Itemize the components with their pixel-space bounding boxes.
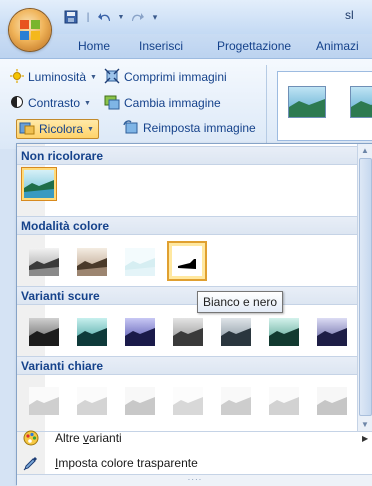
recolor-menu: Non ricolorare Modalità colore Varianti … [16,143,372,486]
set-transparent-color-item[interactable]: Imposta colore trasparente [17,452,372,474]
light-variant-7[interactable] [317,387,347,415]
color-mode-black-and-white[interactable] [167,241,207,281]
compress-pictures-button[interactable]: Comprimi immagini [104,68,227,86]
tab-animazioni[interactable]: Animazi [316,39,359,53]
qat-separator: | [86,11,90,23]
recolor-icon [19,121,35,138]
section-header-color-modes: Modalità colore [17,216,357,235]
contrast-button[interactable]: Contrasto ▼ [10,94,91,112]
undo-dropdown-icon[interactable]: ▼ [117,8,125,26]
dark-variant-teal[interactable] [77,318,107,346]
reset-picture-icon [123,119,139,138]
save-icon[interactable] [62,8,80,26]
gallery-scrollbar[interactable]: ▲ ▼ [357,144,372,432]
dark-variant-green[interactable] [269,318,299,346]
contrast-icon [10,95,24,112]
brightness-label: Luminosità [28,70,87,84]
menu-resize-grip[interactable]: ···· [17,474,372,486]
ribbon-tabs: Home Inserisci Progettazione Animazi [0,34,372,58]
quick-access-toolbar: | ▼ ▾ [62,6,161,28]
title-bar: | ▼ ▾ sl [0,0,372,34]
recolor-button[interactable]: Ricolora ▼ [16,119,99,139]
reset-picture-button[interactable]: Reimposta immagine [123,119,256,137]
no-recolor-option[interactable] [21,167,57,201]
section-header-light-variants: Varianti chiare [17,356,357,375]
dark-variant-violet[interactable] [317,318,347,346]
set-transparent-label: Imposta colore trasparente [55,456,198,470]
recolor-label: Ricolora [39,122,84,136]
redo-icon[interactable] [128,8,146,26]
section-header-no-recolor: Non ricolorare [17,146,357,165]
landscape-thumbnail [24,170,54,198]
dark-variant-indigo[interactable] [125,318,155,346]
dark-variant-steel[interactable] [221,318,251,346]
compress-icon [104,68,120,87]
more-variants-label: Altre varianti [55,431,122,445]
tab-inserisci[interactable]: Inserisci [139,39,183,53]
scroll-up-icon[interactable]: ▲ [361,146,369,155]
ribbon-group-separator [266,65,267,145]
light-variant-6[interactable] [269,387,299,415]
picture-style-thumbnail[interactable] [350,86,372,118]
dark-variant-silver[interactable] [173,318,203,346]
picture-style-thumbnail[interactable] [288,86,326,118]
chevron-down-icon: ▼ [84,99,91,107]
set-transparent-accelerator: I [55,456,59,470]
light-variant-5[interactable] [221,387,251,415]
tooltip: Bianco e nero [197,291,284,313]
color-mode-sepia[interactable] [77,248,107,276]
window-title: sl [345,8,354,22]
ribbon-panel: Luminosità ▼ Contrasto ▼ Ricolora ▼ Comp… [0,58,372,149]
section-header-dark-variants: Varianti scure [17,286,357,305]
light-variant-2[interactable] [77,387,107,415]
contrast-label: Contrasto [28,96,81,110]
office-button[interactable] [9,9,51,51]
change-picture-icon [104,94,120,113]
dark-variant-gray[interactable] [29,318,59,346]
compress-label: Comprimi immagini [124,70,227,84]
more-variants-accelerator: v [83,431,90,445]
color-mode-washout[interactable] [125,248,155,276]
submenu-arrow-icon: ▶ [362,433,369,443]
eyedropper-icon [17,455,45,471]
tab-home[interactable]: Home [78,39,110,53]
change-picture-button[interactable]: Cambia immagine [104,94,221,112]
light-variant-4[interactable] [173,387,203,415]
sun-icon [10,68,24,86]
color-mode-grayscale[interactable] [29,248,59,276]
brightness-button[interactable]: Luminosità ▼ [10,68,97,86]
color-palette-icon [17,430,45,446]
picture-styles-gallery[interactable] [277,71,372,141]
more-variants-item[interactable]: Altre varianti ▶ [17,427,372,449]
light-variant-1[interactable] [29,387,59,415]
scrollbar-thumb[interactable] [359,158,372,416]
reset-picture-label: Reimposta immagine [143,121,256,135]
tab-progettazione[interactable]: Progettazione [217,39,291,53]
light-variant-3[interactable] [125,387,155,415]
undo-icon[interactable] [96,8,114,26]
office-logo-icon [20,20,40,40]
customize-qat-icon[interactable]: ▾ [149,8,161,26]
chevron-down-icon: ▼ [90,73,97,81]
chevron-down-icon: ▼ [87,125,94,133]
change-picture-label: Cambia immagine [124,96,221,110]
